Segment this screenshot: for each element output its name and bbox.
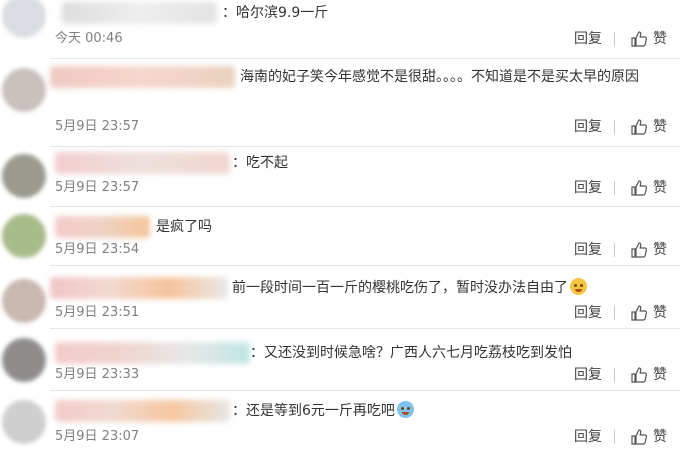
reply-button[interactable]: 回复 <box>574 304 602 322</box>
action-separator <box>614 306 615 320</box>
thumbs-up-icon[interactable] <box>630 241 648 259</box>
comment-time: 5月9日 23:57 <box>55 119 140 134</box>
thumbs-up-icon[interactable] <box>630 118 648 136</box>
reply-button[interactable]: 回复 <box>574 118 602 136</box>
action-separator <box>614 32 615 46</box>
like-button[interactable]: 赞 <box>653 428 667 446</box>
thumbs-up-icon[interactable] <box>630 304 648 322</box>
username-blurred[interactable] <box>50 277 228 299</box>
avatar[interactable] <box>2 400 46 444</box>
comment-text-body: ：还是等到6元一斤再吃吧 <box>232 403 395 419</box>
comment-item: 海南的妃子笑今年感觉不是很甜。。。。不知道是不是买太早的原因 5月9日 23:5… <box>0 58 680 146</box>
action-separator <box>614 120 615 134</box>
avatar[interactable] <box>2 214 46 258</box>
like-button[interactable]: 赞 <box>653 304 667 322</box>
thumbs-up-icon[interactable] <box>630 366 648 384</box>
like-button[interactable]: 赞 <box>653 30 667 48</box>
reply-button[interactable]: 回复 <box>574 428 602 446</box>
comment-item: 是疯了吗 5月9日 23:54 回复 赞 <box>0 206 680 265</box>
comment-item: ：还是等到6元一斤再吃吧 5月9日 23:07 回复 赞 <box>0 390 680 463</box>
comment-item: 前一段时间一百一斤的樱桃吃伤了，暂时没办法自由了 5月9日 23:51 回复 赞 <box>0 265 680 328</box>
like-button[interactable]: 赞 <box>653 366 667 384</box>
username-blurred[interactable] <box>55 342 250 364</box>
comment-text: 是疯了吗 <box>156 219 212 235</box>
comment-text: ：吃不起 <box>232 155 288 171</box>
thumbs-up-icon[interactable] <box>630 179 648 197</box>
like-button[interactable]: 赞 <box>653 241 667 259</box>
reply-button[interactable]: 回复 <box>574 30 602 48</box>
laugh-emoji-icon <box>570 278 587 295</box>
action-separator <box>614 430 615 444</box>
comment-item: ：吃不起 5月9日 23:57 回复 赞 <box>0 146 680 206</box>
comment-time: 今天 00:46 <box>55 31 123 46</box>
comment-text-body: 前一段时间一百一斤的樱桃吃伤了，暂时没办法自由了 <box>232 280 568 296</box>
avatar[interactable] <box>2 279 46 323</box>
reply-button[interactable]: 回复 <box>574 179 602 197</box>
comment-time: 5月9日 23:07 <box>55 429 140 444</box>
avatar[interactable] <box>2 68 46 112</box>
comment-time: 5月9日 23:57 <box>55 180 140 195</box>
avatar[interactable] <box>2 0 46 38</box>
like-button[interactable]: 赞 <box>653 179 667 197</box>
comment-text: ：又还没到时候急啥？广西人六七月吃荔枝吃到发怕 <box>250 345 572 361</box>
action-separator <box>614 243 615 257</box>
comment-text: 前一段时间一百一斤的樱桃吃伤了，暂时没办法自由了 <box>232 277 587 299</box>
username-blurred[interactable] <box>55 216 150 238</box>
comment-item: ：哈尔滨9.9一斤 今天 00:46 回复 赞 <box>0 0 680 58</box>
reply-button[interactable]: 回复 <box>574 241 602 259</box>
username-blurred[interactable] <box>55 400 230 422</box>
action-separator <box>614 181 615 195</box>
like-button[interactable]: 赞 <box>653 118 667 136</box>
thumbs-up-icon[interactable] <box>630 30 648 48</box>
thumbs-up-icon[interactable] <box>630 428 648 446</box>
action-separator <box>614 368 615 382</box>
avatar[interactable] <box>2 154 46 198</box>
comment-text: ：还是等到6元一斤再吃吧 <box>232 400 414 422</box>
comment-time: 5月9日 23:51 <box>55 305 140 320</box>
username-blurred[interactable] <box>62 2 217 24</box>
face-emoji-icon <box>396 401 414 418</box>
comment-item: ：又还没到时候急啥？广西人六七月吃荔枝吃到发怕 5月9日 23:33 回复 赞 <box>0 328 680 390</box>
comment-text: 海南的妃子笑今年感觉不是很甜。。。。不知道是不是买太早的原因 <box>240 69 639 85</box>
username-blurred[interactable] <box>55 152 230 174</box>
avatar[interactable] <box>2 338 46 382</box>
comment-time: 5月9日 23:54 <box>55 242 140 257</box>
comment-time: 5月9日 23:33 <box>55 367 140 382</box>
reply-button[interactable]: 回复 <box>574 366 602 384</box>
comment-text: ：哈尔滨9.9一斤 <box>222 5 329 21</box>
